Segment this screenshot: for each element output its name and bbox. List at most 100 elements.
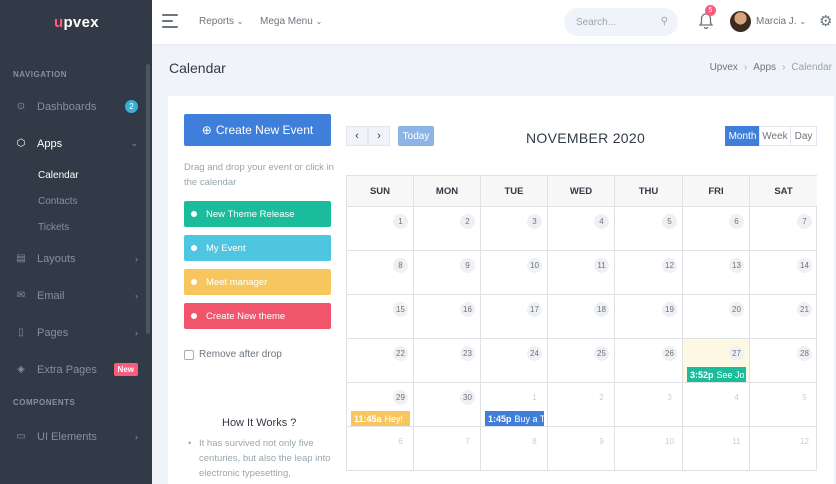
- day-cell[interactable]: 12: [750, 427, 817, 471]
- sidebar-item-extra-pages[interactable]: ◈ Extra Pages New: [0, 351, 152, 388]
- day-cell[interactable]: 28: [750, 339, 817, 383]
- view-week-button[interactable]: Week: [759, 126, 791, 146]
- day-cell[interactable]: 2: [414, 207, 481, 251]
- day-cell[interactable]: 4: [683, 383, 750, 427]
- breadcrumb-item[interactable]: Upvex: [710, 62, 738, 73]
- search-input[interactable]: Search... ⚲: [564, 8, 678, 36]
- sidebar-subitem-calendar[interactable]: Calendar: [0, 162, 152, 188]
- chevron-right-icon: ›: [135, 253, 138, 264]
- gear-icon[interactable]: ⚙: [819, 12, 832, 30]
- topbar: Reports ⌄ Mega Menu ⌄ Search... ⚲ 5 Marci…: [152, 0, 836, 44]
- view-month-button[interactable]: Month: [725, 126, 760, 146]
- avatar[interactable]: [730, 11, 751, 32]
- day-cell[interactable]: 6: [683, 207, 750, 251]
- breadcrumb-item[interactable]: Apps: [753, 62, 776, 73]
- day-cell[interactable]: 16: [414, 295, 481, 339]
- day-cell[interactable]: 20: [683, 295, 750, 339]
- create-event-label: Create New Event: [215, 123, 314, 137]
- day-cell[interactable]: 8: [347, 251, 414, 295]
- day-cell[interactable]: 23: [414, 339, 481, 383]
- day-number: 18: [594, 302, 609, 317]
- sidebar-item-layouts[interactable]: ▤ Layouts ›: [0, 240, 152, 277]
- day-cell[interactable]: 26: [615, 339, 683, 383]
- day-number: 25: [594, 346, 609, 361]
- sidebar-item-dashboards[interactable]: ⊙ Dashboards 2: [0, 88, 152, 125]
- day-cell[interactable]: 9: [414, 251, 481, 295]
- sidebar-subitem-tickets[interactable]: Tickets: [0, 214, 152, 240]
- external-event[interactable]: My Event: [184, 235, 331, 261]
- mega-menu[interactable]: Mega Menu ⌄: [260, 16, 322, 27]
- sidebar-item-email[interactable]: ✉ Email ›: [0, 277, 152, 314]
- menu-toggle-icon[interactable]: [162, 14, 178, 28]
- external-event[interactable]: Create New theme: [184, 303, 331, 329]
- sidebar-item-label: Pages: [37, 326, 69, 339]
- create-event-button[interactable]: ⊕ Create New Event: [184, 114, 331, 146]
- external-event-label: Create New theme: [206, 310, 286, 322]
- day-cell[interactable]: 3: [615, 383, 683, 427]
- layout-icon: ▤: [16, 253, 26, 264]
- day-cell[interactable]: 18: [548, 295, 615, 339]
- day-number: 8: [532, 437, 537, 446]
- sidebar-item-ui-elements[interactable]: ▭ UI Elements ›: [0, 418, 152, 455]
- chevron-right-icon: ›: [743, 62, 748, 73]
- day-cell[interactable]: 3: [481, 207, 548, 251]
- day-cell[interactable]: 22: [347, 339, 414, 383]
- today-button[interactable]: Today: [398, 126, 434, 146]
- day-cell[interactable]: 12: [615, 251, 683, 295]
- calendar-event[interactable]: 11:45a Hey!: [351, 411, 410, 426]
- day-cell[interactable]: 9: [548, 427, 615, 471]
- day-cell[interactable]: 1: [347, 207, 414, 251]
- day-cell[interactable]: 21: [750, 295, 817, 339]
- user-menu[interactable]: Marcia J. ⌄: [756, 16, 806, 27]
- day-number: 3: [527, 214, 542, 229]
- day-cell[interactable]: 13: [683, 251, 750, 295]
- day-cell[interactable]: 7: [750, 207, 817, 251]
- reports-menu[interactable]: Reports ⌄: [199, 16, 244, 27]
- sidebar-item-label: UI Elements: [37, 430, 97, 443]
- day-cell[interactable]: 10: [615, 427, 683, 471]
- day-cell[interactable]: 4: [548, 207, 615, 251]
- day-number: 9: [460, 258, 475, 273]
- day-cell[interactable]: 30: [414, 383, 481, 427]
- calendar-event[interactable]: 3:52p See Jo: [687, 367, 746, 382]
- event-time: 3:52p: [690, 369, 714, 380]
- chevron-right-icon: ›: [782, 62, 786, 73]
- day-cell[interactable]: 6: [347, 427, 414, 471]
- day-cell[interactable]: 19: [615, 295, 683, 339]
- day-cell[interactable]: 25: [548, 339, 615, 383]
- day-number: 22: [393, 346, 408, 361]
- remove-after-drop-checkbox[interactable]: Remove after drop: [184, 349, 282, 360]
- day-cell[interactable]: 11: [683, 427, 750, 471]
- chevron-right-icon: ›: [135, 290, 138, 301]
- day-cell[interactable]: 10: [481, 251, 548, 295]
- prev-month-button[interactable]: ‹: [346, 126, 368, 146]
- count-badge: 2: [125, 100, 138, 113]
- day-cell[interactable]: 5: [615, 207, 683, 251]
- next-month-button[interactable]: ›: [368, 126, 390, 146]
- calendar-event[interactable]: 1:45p Buy a T: [485, 411, 544, 426]
- sidebar-item-label: Layouts: [37, 252, 76, 265]
- day-number: 7: [465, 437, 470, 446]
- external-event[interactable]: Meet manager: [184, 269, 331, 295]
- weekday-header: WED: [548, 176, 615, 207]
- sidebar-subitem-contacts[interactable]: Contacts: [0, 188, 152, 214]
- day-cell[interactable]: 11: [548, 251, 615, 295]
- brand-logo[interactable]: u pvex: [0, 0, 152, 44]
- day-cell[interactable]: 17: [481, 295, 548, 339]
- day-cell[interactable]: 8: [481, 427, 548, 471]
- gem-icon: ◈: [17, 364, 25, 375]
- day-cell[interactable]: 15: [347, 295, 414, 339]
- day-cell[interactable]: 2: [548, 383, 615, 427]
- day-number: 1: [393, 214, 408, 229]
- sidebar-item-pages[interactable]: ▯ Pages ›: [0, 314, 152, 351]
- checkbox-box[interactable]: [184, 349, 194, 360]
- day-cell[interactable]: 14: [750, 251, 817, 295]
- logo-text: pvex: [63, 13, 99, 31]
- external-event[interactable]: New Theme Release: [184, 201, 331, 227]
- day-cell[interactable]: 5: [750, 383, 817, 427]
- day-cell[interactable]: 7: [414, 427, 481, 471]
- search-icon: ⚲: [660, 16, 668, 27]
- day-cell[interactable]: 24: [481, 339, 548, 383]
- view-day-button[interactable]: Day: [790, 126, 817, 146]
- sidebar-item-apps[interactable]: ⬡ Apps ⌄: [0, 125, 152, 162]
